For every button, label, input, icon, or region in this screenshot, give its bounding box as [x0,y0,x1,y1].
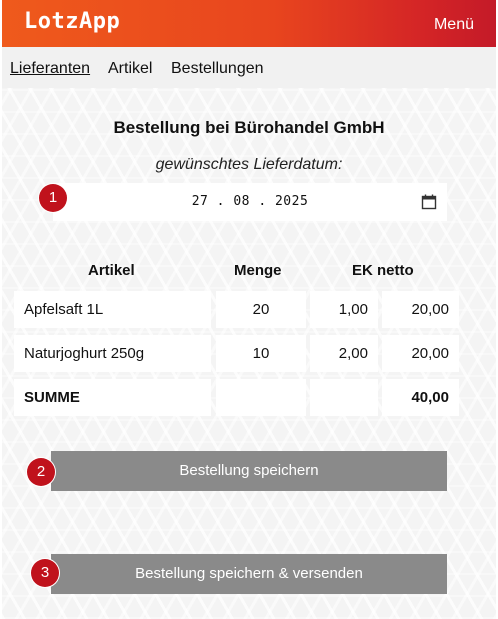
sum-empty-cell [216,379,306,416]
order-panel: Bestellung bei Bürohandel GmbH gewünscht… [2,88,496,619]
delivery-date-value[interactable]: 27 . 08 . 2025 [53,194,447,209]
save-order-button[interactable]: Bestellung speichern [51,451,447,491]
sum-label: SUMME [14,379,211,416]
column-header-artikel: Artikel [88,262,135,279]
calendar-icon[interactable] [421,194,437,210]
row-2-total: 20,00 [382,335,459,372]
app-logo[interactable]: LotzApp [24,9,120,34]
row-2-unit-price: 2,00 [310,335,378,372]
sum-empty-cell [310,379,378,416]
row-1-quantity[interactable]: 20 [216,291,306,328]
row-2-article: Naturjoghurt 250g [14,335,211,372]
step-badge-2: 2 [27,458,55,486]
sum-value: 40,00 [382,379,459,416]
step-badge-3: 3 [31,559,59,587]
delivery-date-input[interactable]: 27 . 08 . 2025 [53,183,447,221]
column-header-menge: Menge [234,262,282,279]
save-and-send-order-button[interactable]: Bestellung speichern & versenden [51,554,447,594]
step-badge-1: 1 [39,184,67,212]
nav-item-artikel[interactable]: Artikel [108,60,152,78]
menu-button[interactable]: Menü [434,16,474,34]
page-title: Bestellung bei Bürohandel GmbH [113,118,385,137]
row-2-quantity[interactable]: 10 [216,335,306,372]
row-1-total: 20,00 [382,291,459,328]
app-header: LotzApp Menü [2,0,496,47]
column-header-ek-netto: EK netto [352,262,414,279]
nav-item-lieferanten[interactable]: Lieferanten [10,60,90,78]
delivery-date-label: gewünschtes Lieferdatum: [155,156,343,173]
nav-item-bestellungen[interactable]: Bestellungen [171,60,264,78]
row-1-unit-price: 1,00 [310,291,378,328]
row-1-article: Apfelsaft 1L [14,291,211,328]
main-nav: Lieferanten Artikel Bestellungen [2,47,496,88]
